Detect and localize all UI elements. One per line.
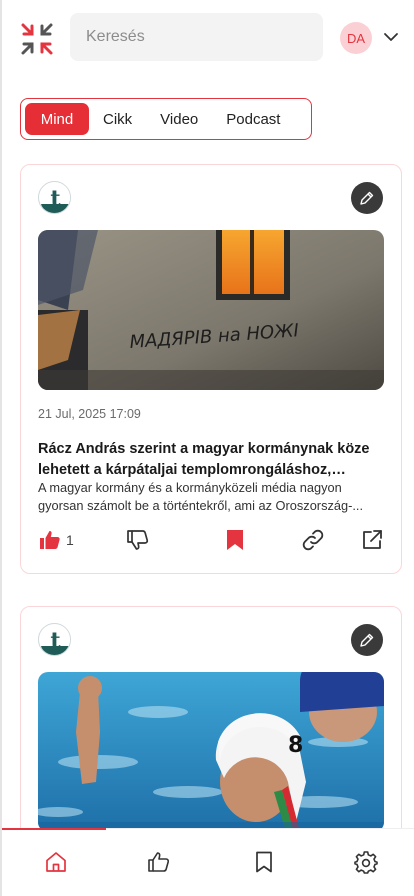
telex-logo-icon[interactable]: t [38, 623, 71, 656]
svg-text:t: t [50, 186, 61, 212]
avatar[interactable]: DA [340, 22, 372, 54]
bookmark-icon[interactable] [252, 850, 276, 874]
pencil-icon [360, 633, 374, 647]
app-root: DA Mind Cikk Video Podcast t [0, 0, 414, 896]
article-thumbnail[interactable]: МАДЯРІВ на НОЖІ [38, 230, 384, 390]
gear-icon[interactable] [354, 850, 378, 874]
article-thumbnail[interactable]: 8 [38, 672, 384, 832]
telex-logo-icon[interactable]: t [38, 181, 71, 214]
tab-mind[interactable]: Mind [25, 103, 89, 135]
tab-cikk[interactable]: Cikk [89, 103, 146, 135]
open-external-button[interactable] [360, 527, 384, 553]
external-link-icon [363, 530, 382, 549]
search-input[interactable] [70, 13, 323, 61]
top-header: DA [2, 0, 414, 76]
bookmark-button[interactable] [225, 527, 245, 553]
link-icon [302, 529, 324, 551]
edit-button[interactable] [351, 624, 383, 656]
thumbs-down-icon [127, 530, 149, 550]
home-icon[interactable] [44, 850, 68, 874]
article-actions: 1 [38, 527, 384, 553]
bottom-navigation [2, 828, 414, 896]
article-excerpt: A magyar kormány és a kormányközeli médi… [38, 480, 364, 513]
content-filter-tabs: Mind Cikk Video Podcast [20, 98, 312, 140]
pencil-icon [360, 191, 374, 205]
thumbs-up-icon[interactable] [147, 850, 171, 874]
tab-video[interactable]: Video [146, 103, 212, 135]
article-date: 21 Jul, 2025 17:09 [38, 407, 141, 421]
edit-button[interactable] [351, 182, 383, 214]
svg-text:8: 8 [288, 733, 303, 758]
copy-link-button[interactable] [301, 527, 325, 553]
app-logo-icon[interactable] [20, 22, 54, 56]
article-card[interactable]: t [20, 164, 402, 574]
bookmark-filled-icon [227, 530, 243, 550]
active-tab-indicator [2, 828, 106, 830]
like-count: 1 [66, 532, 74, 548]
article-title[interactable]: Rácz András szerint a magyar kormánynak … [38, 439, 388, 481]
chevron-down-icon[interactable] [382, 28, 400, 46]
like-button[interactable]: 1 [38, 527, 74, 553]
dislike-button[interactable] [126, 527, 150, 553]
tab-podcast[interactable]: Podcast [212, 103, 294, 135]
thumbs-up-filled-icon [40, 531, 60, 549]
svg-text:t: t [50, 628, 61, 654]
